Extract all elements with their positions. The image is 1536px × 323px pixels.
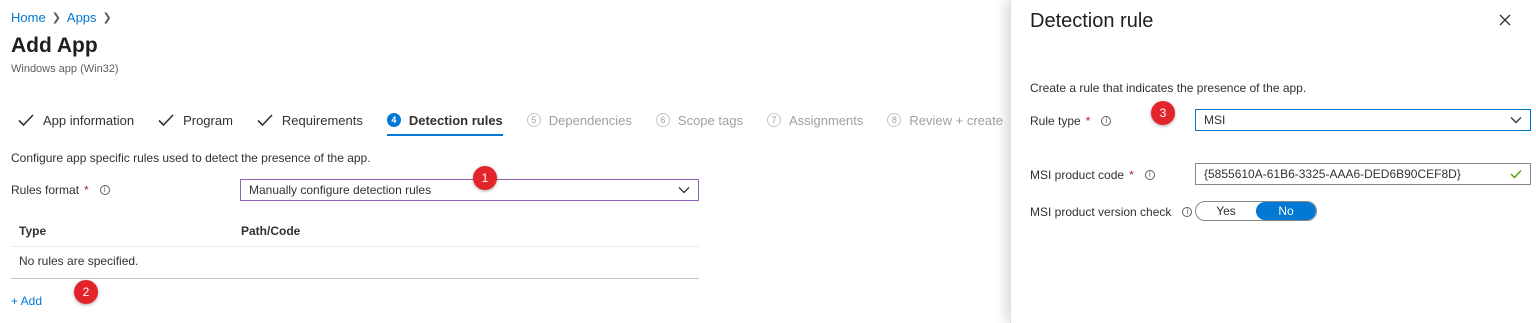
tab-label: Requirements [281,112,363,128]
tab-label: Assignments [788,112,864,128]
wizard-tabs: App information Program Requirements 4 D… [18,109,1027,136]
panel-description: Create a rule that indicates the presenc… [1030,81,1307,95]
toggle-yes[interactable]: Yes [1196,202,1256,220]
info-icon[interactable]: i [1144,170,1155,180]
panel-title: Detection rule [1030,10,1154,32]
dropdown-value: MSI [1204,113,1226,127]
column-header-type: Type [19,224,47,238]
callout-badge-3: 3 [1151,101,1175,125]
callout-badge-2: 2 [74,280,98,304]
step-number: 8 [887,113,902,127]
tab-program[interactable]: Program [158,112,233,128]
page-subtitle: Windows app (Win32) [11,63,119,75]
column-header-path-code: Path/Code [241,224,301,238]
required-marker: * [1085,114,1091,128]
checkmark-icon [158,114,174,127]
step-number: 5 [526,113,541,127]
info-icon[interactable]: i [99,185,110,195]
chevron-right-icon: ❯ [102,12,112,24]
rule-type-label: Rule type * i [1030,114,1112,128]
detection-rule-panel: Detection rule Create a rule that indica… [1010,0,1536,323]
chevron-down-icon [678,187,690,194]
label-text: Rules format [11,183,80,197]
tab-label: Detection rules [408,112,503,128]
required-marker: * [84,183,89,197]
table-empty-row: No rules are specified. [11,248,699,279]
checkmark-icon [257,114,273,127]
section-description: Configure app specific rules used to det… [11,151,371,165]
step-number: 4 [386,113,401,127]
tab-label: Program [183,112,233,128]
tab-scope-tags[interactable]: 6 Scope tags [655,112,743,128]
tab-requirements[interactable]: Requirements [257,112,363,128]
valid-checkmark-icon [1510,170,1522,179]
breadcrumb-home[interactable]: Home [11,10,46,25]
tab-app-information[interactable]: App information [18,112,134,128]
breadcrumb: Home ❯ Apps ❯ [11,10,112,25]
close-icon[interactable] [1497,12,1513,28]
msi-product-code-label: MSI product code * i [1030,168,1155,182]
tab-assignments[interactable]: 7 Assignments [766,112,864,128]
version-check-label: MSI product version check i [1030,205,1193,219]
msi-product-code-input[interactable]: {5855610A-61B6-3325-AAA6-DED6B90CEF8D} [1195,163,1531,185]
rules-table-header: Type Path/Code [11,218,699,247]
tab-label: Dependencies [548,112,632,128]
tab-label: App information [43,112,135,128]
tab-label: Review + create [909,112,1003,128]
label-text: MSI product code [1030,168,1125,182]
chevron-down-icon [1510,117,1522,124]
chevron-right-icon: ❯ [51,12,61,24]
tab-dependencies[interactable]: 5 Dependencies [526,112,632,128]
step-number: 7 [766,113,781,127]
info-icon[interactable]: i [1101,116,1112,126]
callout-badge-1: 1 [473,166,497,190]
step-number: 6 [655,113,670,127]
toggle-no[interactable]: No [1256,202,1316,220]
page-title: Add App [11,34,98,57]
tab-detection-rules[interactable]: 4 Detection rules [386,112,503,136]
add-rule-link[interactable]: + Add [11,294,42,308]
input-value: {5855610A-61B6-3325-AAA6-DED6B90CEF8D} [1204,167,1461,181]
info-icon[interactable]: i [1182,207,1193,217]
rule-type-dropdown[interactable]: MSI [1195,109,1531,131]
version-check-toggle[interactable]: Yes No [1195,201,1317,221]
rules-format-dropdown[interactable]: Manually configure detection rules [240,179,699,201]
tab-review-create[interactable]: 8 Review + create [887,113,1003,128]
tab-label: Scope tags [677,112,743,128]
rules-format-label: Rules format * i [11,183,110,197]
breadcrumb-apps[interactable]: Apps [67,10,97,25]
checkmark-icon [18,114,34,127]
required-marker: * [1129,168,1134,182]
label-text: Rule type [1030,114,1081,128]
empty-message: No rules are specified. [19,254,139,268]
label-text: MSI product version check [1030,205,1172,219]
dropdown-value: Manually configure detection rules [249,183,432,197]
